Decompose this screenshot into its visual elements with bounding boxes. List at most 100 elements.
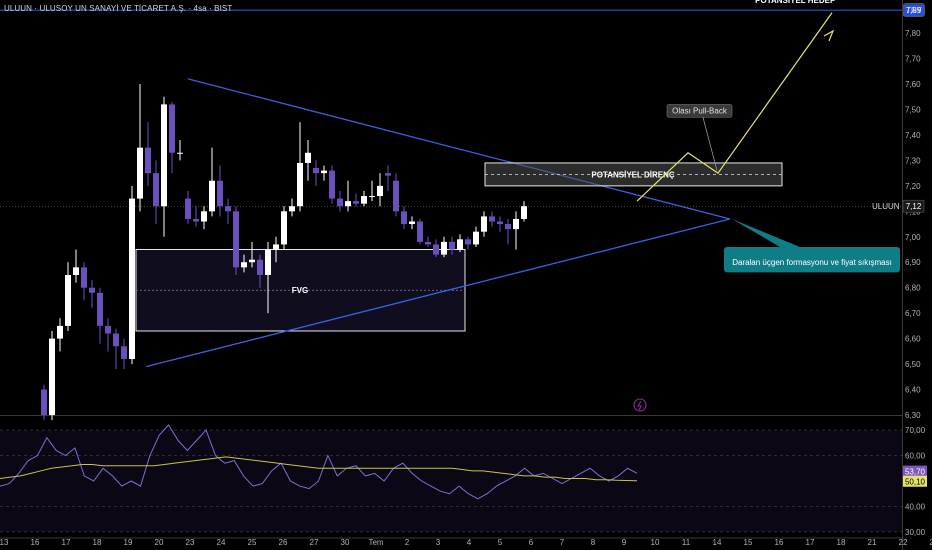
candle-body bbox=[209, 180, 215, 212]
time-tick-label: 30 bbox=[341, 538, 350, 547]
time-tick-label: 9 bbox=[622, 538, 627, 547]
candle-body bbox=[241, 262, 247, 268]
time-tick-label: 14 bbox=[713, 538, 722, 547]
candle-body bbox=[65, 274, 71, 326]
candle-body bbox=[169, 104, 175, 153]
price-tick-label: 6,50 bbox=[905, 360, 921, 369]
time-tick-label: 10 bbox=[651, 538, 660, 547]
candle-body bbox=[153, 173, 159, 207]
rsi-band bbox=[0, 430, 902, 532]
candle-body bbox=[121, 346, 127, 359]
price-tick-label: 7,00 bbox=[905, 233, 921, 242]
candle-body bbox=[225, 206, 231, 212]
time-tick-label: 4 bbox=[467, 538, 472, 547]
time-tick-label: 6 bbox=[529, 538, 534, 547]
time-tick-label: 17 bbox=[806, 538, 815, 547]
candle-body bbox=[73, 267, 79, 275]
candle-body bbox=[57, 325, 63, 339]
time-tick-label: 25 bbox=[248, 538, 257, 547]
candle-body bbox=[409, 221, 415, 225]
candle-body bbox=[177, 152, 183, 154]
candle-body bbox=[289, 206, 295, 212]
time-tick-label: 15 bbox=[744, 538, 753, 547]
time-tick-label: 8 bbox=[591, 538, 596, 547]
rsi-value: 53,70 bbox=[905, 468, 926, 477]
price-tick-label: 7,80 bbox=[905, 29, 921, 38]
time-tick-label: 21 bbox=[868, 538, 877, 547]
chart-title: ULUUN · ULUSOY UN SANAYİ VE TİCARET A.Ş.… bbox=[4, 4, 233, 13]
candle-body bbox=[361, 196, 367, 204]
price-tick-label: 7,30 bbox=[905, 156, 921, 165]
price-tick-label: 7,40 bbox=[905, 131, 921, 140]
candle-body bbox=[441, 241, 447, 255]
time-tick-label: 13 bbox=[0, 538, 9, 547]
candle-body bbox=[273, 244, 279, 250]
price-tick-label: 6,90 bbox=[905, 258, 921, 267]
rsi-tick-label: 70,00 bbox=[905, 426, 926, 435]
callout-text: Daralan üçgen formasyonu ve fiyat sıkışm… bbox=[732, 258, 892, 267]
candle-body bbox=[401, 211, 407, 225]
resistance-label: POTANSİYEL DİRENÇ bbox=[591, 170, 674, 179]
time-tick-label: 26 bbox=[279, 538, 288, 547]
candle-body bbox=[489, 216, 495, 222]
candle-body bbox=[337, 198, 343, 207]
target-label: POTANSİYEL HEDEF bbox=[755, 0, 835, 5]
candle-body bbox=[233, 211, 239, 268]
candle-body bbox=[393, 180, 399, 212]
price-tick-label: 7,60 bbox=[905, 80, 921, 89]
candle-body bbox=[113, 333, 119, 347]
candle-body bbox=[481, 216, 487, 232]
time-tick-label: 22 bbox=[899, 538, 908, 547]
rsi-panel bbox=[0, 424, 902, 533]
candle-body bbox=[257, 259, 263, 275]
time-tick-label: 3 bbox=[436, 538, 441, 547]
candle-body bbox=[417, 221, 423, 242]
fvg-label: FVG bbox=[292, 286, 308, 295]
candle-body bbox=[265, 249, 271, 275]
time-tick-label: 24 bbox=[217, 538, 226, 547]
candle-body bbox=[473, 231, 479, 245]
candle-body bbox=[201, 211, 207, 222]
price-tick-label: 6,40 bbox=[905, 386, 921, 395]
candle-body bbox=[449, 241, 455, 250]
currency-button[interactable]: TRY bbox=[903, 3, 925, 17]
candle-body bbox=[97, 292, 103, 326]
time-tick-label: 7 bbox=[560, 538, 565, 547]
candle-body bbox=[193, 218, 199, 222]
candle-body bbox=[49, 338, 55, 415]
symbol-tag: ULUUN bbox=[872, 202, 900, 211]
chart-canvas[interactable]: POTANSİYEL HEDEF FVG POTANSİYEL DİRENÇ Olas… bbox=[0, 0, 932, 550]
candle-body bbox=[129, 198, 135, 359]
current-price-value: 7,12 bbox=[906, 202, 922, 211]
candle-body bbox=[321, 170, 327, 174]
rsi-tick-label: 60,00 bbox=[905, 452, 926, 461]
candle-body bbox=[497, 221, 503, 225]
candle-body bbox=[457, 239, 463, 250]
candle-body bbox=[465, 239, 471, 245]
candle-body bbox=[345, 201, 351, 207]
candle-body bbox=[105, 325, 111, 334]
rsi-ma-value: 50,10 bbox=[905, 478, 926, 487]
price-tick-label: 6,30 bbox=[905, 411, 921, 420]
price-tick-label: 6,60 bbox=[905, 335, 921, 344]
candle-body bbox=[81, 267, 87, 288]
pullback-label: Olası Pull-Back bbox=[672, 106, 728, 115]
time-tick-label: 11 bbox=[682, 538, 691, 547]
price-tick-label: 6,80 bbox=[905, 284, 921, 293]
time-tick-label: 17 bbox=[62, 538, 71, 547]
time-tick-label: 19 bbox=[124, 538, 133, 547]
candle-body bbox=[313, 168, 319, 174]
candle-body bbox=[185, 198, 191, 219]
candle-body bbox=[281, 211, 287, 245]
candle-body bbox=[425, 241, 431, 245]
rsi-tick-label: 30,00 bbox=[905, 528, 926, 537]
price-tick-label: 6,70 bbox=[905, 309, 921, 318]
time-tick-label: 27 bbox=[310, 538, 319, 547]
candle-body bbox=[385, 173, 391, 176]
candle-body bbox=[41, 389, 47, 415]
candle-body bbox=[305, 152, 311, 163]
time-tick-label: 20 bbox=[155, 538, 164, 547]
time-tick-label: 16 bbox=[31, 538, 40, 547]
price-tick-label: 7,70 bbox=[905, 55, 921, 64]
time-tick-label: 18 bbox=[837, 538, 846, 547]
